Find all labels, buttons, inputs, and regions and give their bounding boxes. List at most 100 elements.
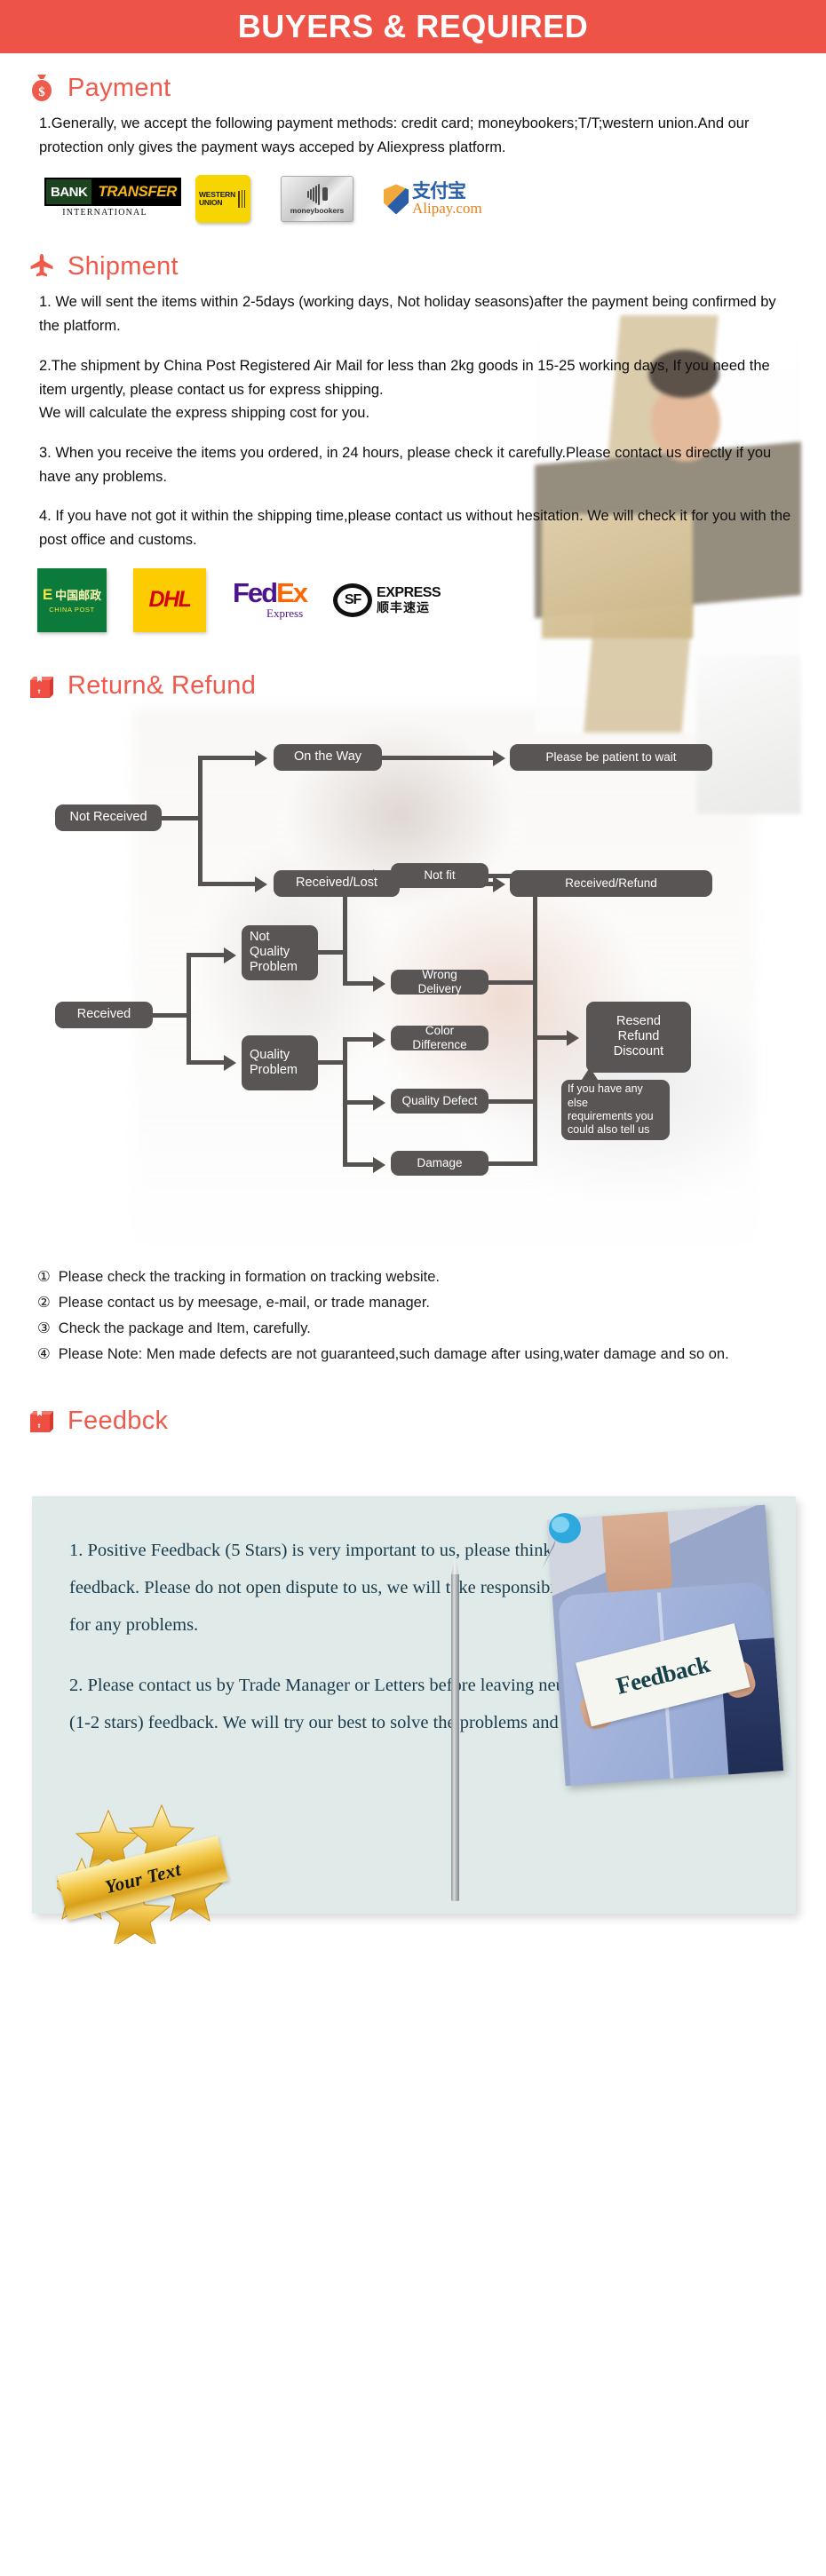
flow-node-quality-problem: Quality Problem (242, 1034, 318, 1090)
list-text: Please Note: Men made defects are not gu… (58, 1345, 729, 1362)
return-refund-notes: ① Please check the tracking in formation… (0, 1259, 826, 1367)
section-title-payment: Payment (68, 73, 171, 102)
feedback-block: Feedback 1. Positive Feedback (5 Stars) … (0, 1496, 826, 1949)
flow-connector (488, 1161, 536, 1166)
flow-connector (187, 952, 191, 1065)
flow-arrow (373, 975, 385, 992)
flow-arrow (255, 749, 267, 766)
alipay-shield-icon (384, 184, 409, 215)
flow-connector (343, 1099, 373, 1105)
flow-node-received: Received (55, 1001, 153, 1028)
shipment-paragraph-2: 2.The shipment by China Post Registered … (39, 357, 770, 398)
flow-node-else-requirements: If you have any else requirements you co… (561, 1079, 670, 1140)
moneybookers-logo: moneybookers (281, 176, 353, 223)
flow-connector (187, 952, 224, 957)
flow-arrow (373, 1094, 385, 1111)
bank-transfer-word-bank: BANK (44, 178, 94, 207)
shipment-logo-row: E 中国邮政 CHINA POST DHL FedEx Express SF E… (0, 552, 826, 641)
flow-connector (533, 1034, 567, 1040)
open-box-icon (27, 671, 57, 701)
courier-clipboard (696, 654, 801, 815)
shipment-paragraph-5: 4. If you have not got it within the shi… (39, 508, 791, 549)
section-title-return-refund: Return& Refund (68, 671, 257, 701)
alipay-logo: 支付宝 Alipay.com (384, 182, 482, 217)
product-policy-page: BUYERS & REQUIRED $ Payment 1.Generally,… (0, 0, 826, 1950)
flow-node-damage: Damage (391, 1150, 488, 1176)
alipay-domain: Alipay.com (412, 199, 482, 217)
fedex-word-fed: Fed (233, 577, 278, 609)
flow-connector (488, 1098, 536, 1104)
western-union-logo: WESTERN UNION (195, 175, 250, 224)
flow-connector (533, 873, 537, 1166)
list-item: ① Please check the tracking in formation… (37, 1264, 799, 1290)
moneybookers-wordmark: moneybookers (290, 205, 345, 215)
flow-connector (198, 881, 255, 886)
section-header-shipment: Shipment (0, 232, 826, 285)
flow-connector (198, 755, 255, 760)
payment-paragraph-1: 1.Generally, we accept the following pay… (39, 115, 750, 155)
list-marker: ③ (37, 1320, 51, 1336)
feedback-sign-text: Feedback (613, 1650, 712, 1700)
badge-ribbon-text: Your Text (102, 1858, 184, 1898)
flow-connector (187, 1059, 224, 1065)
china-post-logo: E 中国邮政 CHINA POST (37, 567, 107, 632)
flow-connector (488, 979, 536, 985)
five-star-badge: Your Text (48, 1786, 229, 1948)
list-text: Please contact us by meesage, e-mail, or… (58, 1294, 431, 1311)
western-union-line2: UNION (198, 198, 223, 208)
flow-connector (198, 755, 203, 886)
list-text: Please check the tracking in formation o… (58, 1268, 441, 1285)
china-post-chinese: 中国邮政 (55, 589, 102, 603)
flow-node-received-lost: Received/Lost (274, 869, 400, 897)
list-item: ③ Check the package and Item, carefully. (37, 1316, 799, 1342)
flow-node-on-the-way: On the Way (274, 743, 382, 771)
fedex-word-ex: Ex (276, 577, 308, 609)
flow-arrow (493, 749, 505, 766)
list-marker: ② (37, 1294, 51, 1311)
list-item: ④ Please Note: Men made defects are not … (37, 1342, 799, 1367)
flow-node-wrong-delivery: Wrong Delivery (391, 968, 488, 995)
shipment-paragraph-1: 1. We will sent the items within 2-5days… (39, 294, 776, 335)
china-post-mark-icon: E (42, 586, 53, 604)
flow-node-color-difference: Color Difference (391, 1024, 488, 1051)
dhl-logo: DHL (133, 567, 206, 632)
fedex-logo: FedEx Express (233, 577, 308, 620)
section-header-feedback: Feedbck (0, 1367, 826, 1439)
flow-connector (162, 815, 203, 820)
flow-connector (382, 755, 493, 760)
flow-node-not-quality-problem: Not Quality Problem (242, 924, 318, 980)
shipment-paragraph-3: We will calculate the express shipping c… (39, 405, 370, 422)
flow-arrow (567, 1029, 579, 1046)
bank-transfer-logo: BANK TRANSFER INTERNATIONAL (44, 178, 181, 220)
page-banner: BUYERS & REQUIRED (0, 0, 826, 53)
list-item: ② Please contact us by meesage, e-mail, … (37, 1290, 799, 1316)
section-title-feedback: Feedbck (68, 1406, 169, 1435)
push-pin-icon (536, 1509, 588, 1574)
money-bag-icon: $ (27, 73, 57, 103)
china-post-english: CHINA POST (49, 606, 95, 614)
bank-transfer-word-international: INTERNATIONAL (62, 208, 147, 218)
svg-text:$: $ (38, 85, 45, 99)
bank-transfer-word-transfer: TRANSFER (93, 178, 181, 207)
flow-node-received-refund: Received/Refund (510, 869, 712, 897)
moneybookers-wave-icon (306, 183, 328, 205)
flow-arrow (255, 876, 267, 892)
sf-chinese: 顺丰速运 (377, 599, 431, 614)
list-marker: ① (37, 1268, 51, 1285)
dhl-wordmark: DHL (148, 587, 192, 613)
fedex-word-express: Express (266, 606, 304, 620)
flow-node-not-received: Not Received (55, 804, 162, 831)
section-title-shipment: Shipment (68, 251, 179, 281)
flow-connector (343, 980, 373, 986)
flow-arrow (373, 1156, 385, 1173)
sf-word-express: EXPRESS (377, 584, 441, 600)
section-header-payment: $ Payment (0, 53, 826, 107)
flow-node-resend-refund-discount: Resend Refund Discount (586, 1001, 691, 1073)
flow-node-not-fit: Not fit (391, 862, 488, 888)
flow-connector (153, 1012, 190, 1018)
pencil-icon (451, 1553, 459, 1902)
sf-monogram: SF (344, 591, 361, 607)
flow-node-please-be-patient-to-wait: Please be patient to wait (510, 743, 712, 771)
flow-node-quality-defect: Quality Defect (391, 1088, 488, 1114)
flow-connector (343, 1036, 373, 1042)
